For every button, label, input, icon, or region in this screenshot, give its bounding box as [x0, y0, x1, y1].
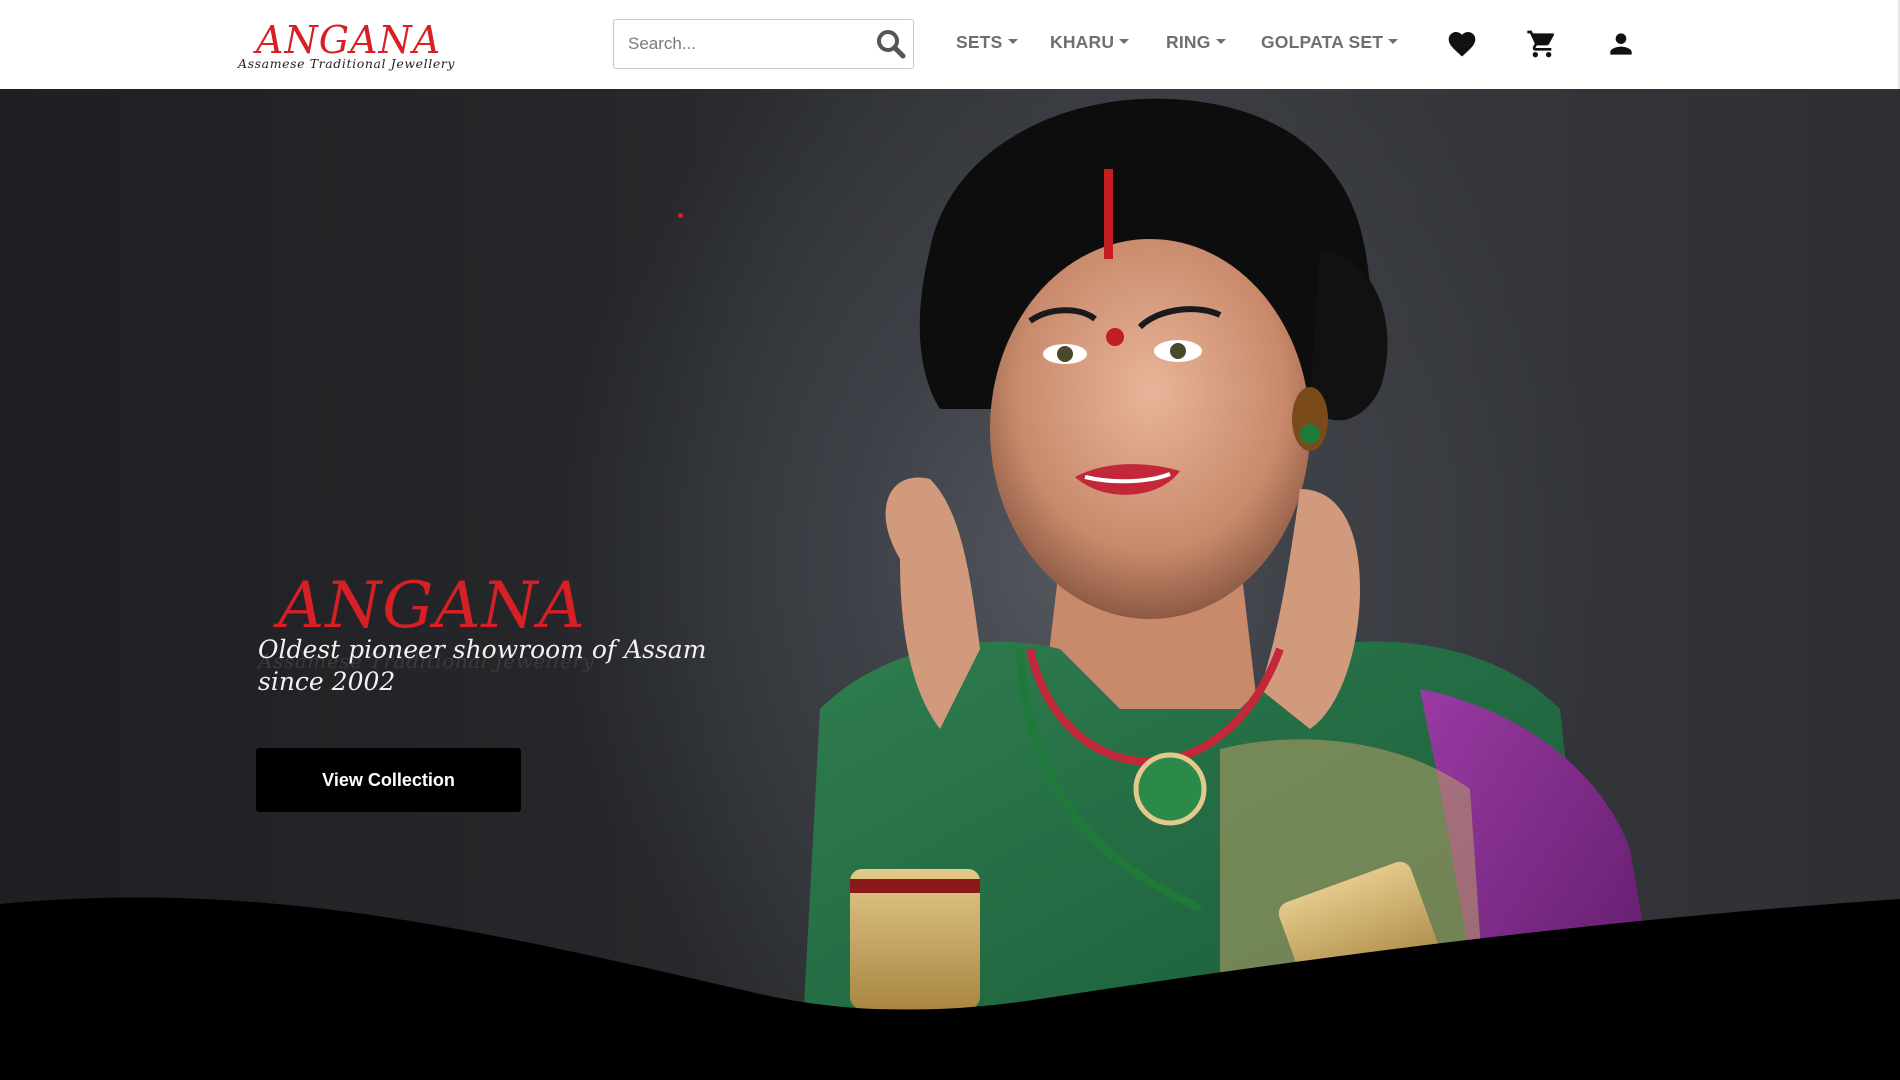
search-button[interactable]: [873, 27, 909, 63]
hero-tagline-line1: Oldest pioneer showroom of Assam: [258, 635, 707, 664]
cart-icon: [1527, 30, 1555, 58]
nav-ring[interactable]: RING: [1166, 32, 1226, 53]
search-input[interactable]: [614, 20, 864, 68]
wishlist-button[interactable]: [1446, 28, 1478, 60]
user-icon: [1610, 33, 1632, 55]
account-button[interactable]: [1605, 28, 1637, 60]
hero-tagline-line2: since 2002: [258, 667, 396, 696]
nav-kharu-label: KHARU: [1050, 32, 1115, 52]
nav-sets[interactable]: SETS: [956, 32, 1018, 53]
site-header: ANGANA Assamese Traditional Jewellery SE…: [0, 0, 1900, 89]
hero-tagline: Oldest pioneer showroom of Assam since 2…: [258, 634, 738, 698]
search-box: [613, 19, 914, 69]
decorative-dot: [678, 213, 683, 218]
view-collection-button[interactable]: View Collection: [256, 748, 521, 812]
caret-down-icon: [1388, 39, 1399, 44]
header-logo[interactable]: ANGANA Assamese Traditional Jewellery: [238, 18, 478, 74]
cart-button[interactable]: [1526, 28, 1558, 60]
hero-banner: ANGANA Assamese Traditional Jewellery Ol…: [0, 89, 1900, 1080]
caret-down-icon: [1215, 39, 1226, 44]
caret-down-icon: [1119, 39, 1130, 44]
nav-kharu[interactable]: KHARU: [1050, 32, 1130, 53]
nav-sets-label: SETS: [956, 32, 1003, 52]
hero-logo-title: ANGANA: [278, 569, 586, 643]
logo-subtitle: Assamese Traditional Jewellery: [238, 56, 456, 71]
nav-golpata-set-label: GOLPATA SET: [1261, 32, 1384, 52]
caret-down-icon: [1007, 39, 1018, 44]
search-icon: [877, 29, 906, 58]
nav-golpata-set[interactable]: GOLPATA SET: [1261, 32, 1399, 53]
heart-icon: [1448, 32, 1476, 57]
nav-ring-label: RING: [1166, 32, 1211, 52]
